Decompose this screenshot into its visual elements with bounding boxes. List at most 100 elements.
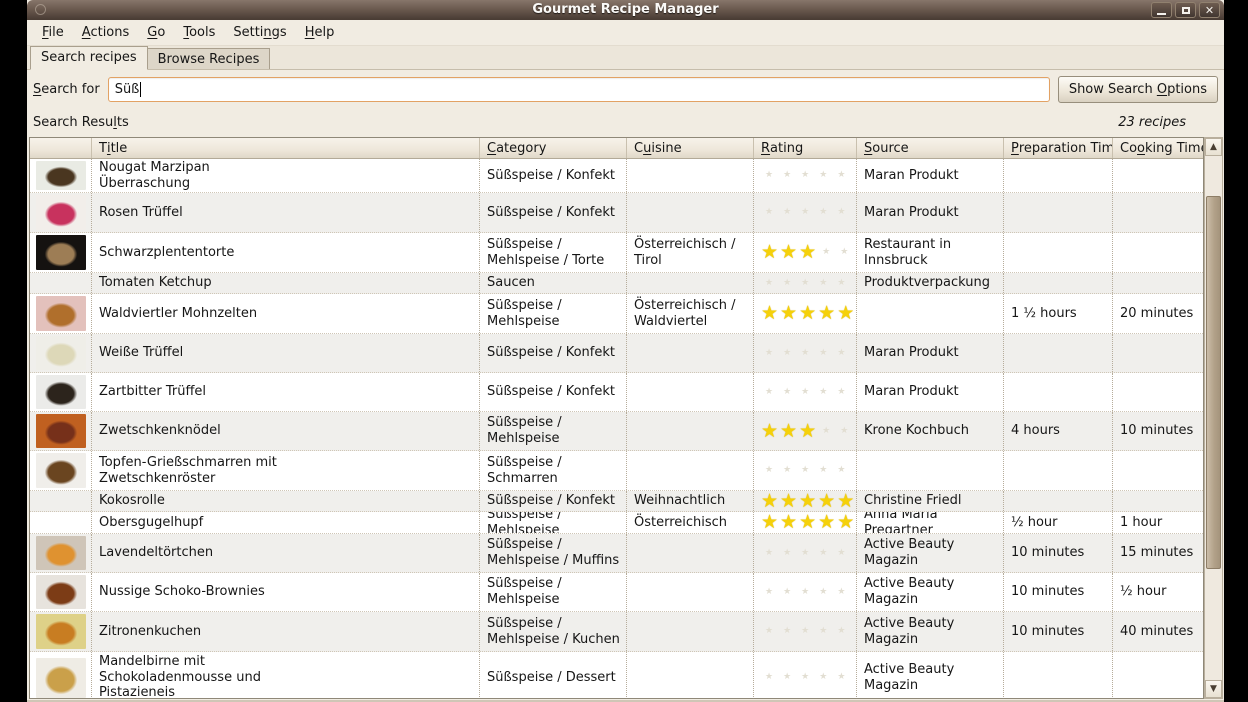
category-cell: Süßspeise / Mehlspeise <box>480 573 627 611</box>
column-header-prep[interactable]: Preparation Time <box>1004 138 1113 158</box>
star-empty-icon: ★ <box>819 549 827 558</box>
table-header-row: TitleCategoryCuisineRatingSourcePreparat… <box>30 138 1203 159</box>
rating-cell: ★★★★★ <box>754 334 857 372</box>
table-row[interactable]: ZwetschkenknödelSüßspeise / Mehlspeise★★… <box>30 412 1203 451</box>
source-cell: Anna Maria Pregartner <box>857 512 1004 533</box>
scroll-up-icon[interactable]: ▲ <box>1205 138 1222 156</box>
thumbnail-cell <box>30 233 92 272</box>
recipe-thumbnail <box>36 375 86 409</box>
menu-item-settings[interactable]: Settings <box>224 21 295 44</box>
star-empty-icon: ★ <box>837 171 845 180</box>
menu-item-help[interactable]: Help <box>296 21 344 44</box>
cook-cell: 20 minutes <box>1113 294 1203 333</box>
show-search-options-button[interactable]: Show Search Options <box>1058 76 1218 103</box>
title-cell: Kokosrolle <box>92 491 480 511</box>
minimize-button[interactable] <box>1151 2 1172 18</box>
scroll-down-icon[interactable]: ▼ <box>1205 680 1222 698</box>
column-header-category[interactable]: Category <box>480 138 627 158</box>
title-bar[interactable]: Gourmet Recipe Manager ✕ <box>27 0 1224 20</box>
table-row[interactable]: Rosen TrüffelSüßspeise / Konfekt★★★★★Mar… <box>30 193 1203 233</box>
star-empty-icon: ★ <box>837 349 845 358</box>
table-row[interactable]: Nussige Schoko-BrowniesSüßspeise / Mehls… <box>30 573 1203 612</box>
category-text: Süßspeise / Konfekt <box>487 384 615 400</box>
column-header-thumb[interactable] <box>30 138 92 158</box>
window-title: Gourmet Recipe Manager <box>27 0 1224 20</box>
category-cell: Süßspeise / Konfekt <box>480 491 627 511</box>
column-header-source[interactable]: Source <box>857 138 1004 158</box>
star-empty-icon: ★ <box>822 427 830 436</box>
star-filled-icon: ★ <box>780 422 797 441</box>
star-empty-icon: ★ <box>822 248 830 257</box>
source-cell: Maran Produkt <box>857 159 1004 192</box>
prep-cell <box>1004 233 1113 272</box>
title-text: Kokosrolle <box>99 493 165 509</box>
star-empty-icon: ★ <box>819 673 827 682</box>
thumbnail-cell <box>30 573 92 611</box>
tab-browse-recipes[interactable]: Browse Recipes <box>147 48 271 69</box>
table-row[interactable]: Tomaten KetchupSaucen★★★★★Produktverpack… <box>30 273 1203 294</box>
cook-text: 20 minutes <box>1120 306 1193 322</box>
source-text: Anna Maria Pregartner <box>864 512 1003 533</box>
table-row[interactable]: ZitronenkuchenSüßspeise / Mehlspeise / K… <box>30 612 1203 652</box>
category-cell: Süßspeise / Konfekt <box>480 373 627 411</box>
star-empty-icon: ★ <box>801 549 809 558</box>
menu-item-go[interactable]: Go <box>138 21 174 44</box>
title-text: Obersgugelhupf <box>99 515 203 531</box>
prep-cell: 10 minutes <box>1004 612 1113 651</box>
cuisine-text: Weihnachtlich <box>634 493 725 509</box>
rating-cell: ★★★★★ <box>754 534 857 572</box>
source-cell: Active Beauty Magazin <box>857 612 1004 651</box>
table-row[interactable]: Mandelbirne mit Schokoladenmousse und Pi… <box>30 652 1203 698</box>
menu-item-tools[interactable]: Tools <box>174 21 224 44</box>
table-row[interactable]: SchwarzplententorteSüßspeise / Mehlspeis… <box>30 233 1203 273</box>
cook-cell: ½ hour <box>1113 573 1203 611</box>
vertical-scrollbar[interactable]: ▲ ▼ <box>1204 137 1223 699</box>
title-cell: Topfen-Grießschmarren mit Zwetschkenröst… <box>92 451 480 490</box>
title-text: Weiße Trüffel <box>99 345 183 361</box>
star-filled-icon: ★ <box>837 304 854 323</box>
rating-cell: ★★★★★ <box>754 273 857 293</box>
table-row[interactable]: Topfen-Grießschmarren mit Zwetschkenröst… <box>30 451 1203 491</box>
source-cell: Active Beauty Magazin <box>857 573 1004 611</box>
scrollbar-thumb[interactable] <box>1206 196 1221 569</box>
prep-cell <box>1004 193 1113 232</box>
table-row[interactable]: LavendeltörtchenSüßspeise / Mehlspeise /… <box>30 534 1203 573</box>
close-button[interactable]: ✕ <box>1199 2 1220 18</box>
table-row[interactable]: Kokosrolle Süßspeise / Konfekt Weihnachtli… <box>30 491 1203 512</box>
source-text: Maran Produkt <box>864 384 959 400</box>
table-row[interactable]: Zartbitter TrüffelSüßspeise / Konfekt★★★… <box>30 373 1203 412</box>
recipe-thumbnail <box>36 235 86 270</box>
title-text: Waldviertler Mohnzelten <box>99 306 257 322</box>
table-row[interactable]: Waldviertler MohnzeltenSüßspeise / Mehls… <box>30 294 1203 334</box>
title-text: Tomaten Ketchup <box>99 275 212 291</box>
cuisine-cell <box>627 534 754 572</box>
table-row[interactable]: Weiße TrüffelSüßspeise / Konfekt★★★★★Mar… <box>30 334 1203 373</box>
text-caret <box>140 82 141 97</box>
tab-search-recipes[interactable]: Search recipes <box>30 46 148 70</box>
star-empty-icon: ★ <box>840 248 848 257</box>
column-header-title[interactable]: Title <box>92 138 480 158</box>
maximize-button[interactable] <box>1175 2 1196 18</box>
search-input[interactable]: Süß <box>108 77 1050 102</box>
star-filled-icon: ★ <box>761 422 778 441</box>
thumbnail-cell <box>30 534 92 572</box>
table-row[interactable]: Nougat Marzipan ÜberraschungSüßspeise / … <box>30 159 1203 193</box>
star-empty-icon: ★ <box>783 279 791 288</box>
column-header-cook[interactable]: Cooking Time <box>1113 138 1203 158</box>
prep-cell: 4 hours <box>1004 412 1113 450</box>
source-cell: Christine Friedl <box>857 491 1004 511</box>
menu-item-actions[interactable]: Actions <box>73 21 139 44</box>
rating-cell: ★★★★★ <box>754 512 857 533</box>
cuisine-text: Österreichisch <box>634 515 727 531</box>
column-header-cuisine[interactable]: Cuisine <box>627 138 754 158</box>
column-header-rating[interactable]: Rating <box>754 138 857 158</box>
category-cell: Süßspeise / Mehlspeise / Kuchen <box>480 612 627 651</box>
prep-cell: 10 minutes <box>1004 534 1113 572</box>
category-text: Süßspeise / Mehlspeise / Torte <box>487 237 604 269</box>
star-filled-icon: ★ <box>799 513 816 532</box>
menu-item-file[interactable]: File <box>33 21 73 44</box>
star-empty-icon: ★ <box>837 466 845 475</box>
cook-cell <box>1113 233 1203 272</box>
table-row[interactable]: ObersgugelhupfSüßspeise / MehlspeiseÖste… <box>30 512 1203 534</box>
source-text: Maran Produkt <box>864 205 959 221</box>
